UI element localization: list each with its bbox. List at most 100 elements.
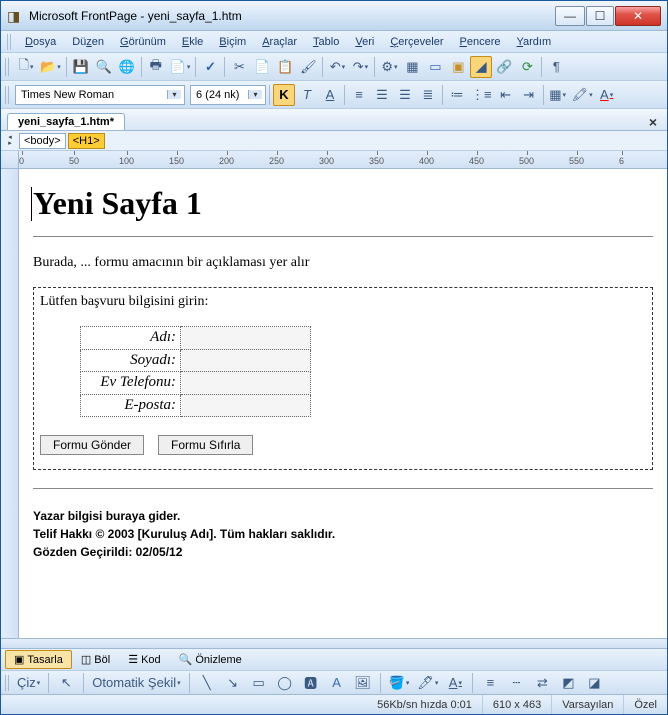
form-area[interactable]: Lütfen başvuru bilgisini girin: Adı: Soy… <box>33 287 653 470</box>
dropdown-icon[interactable]: ▾ <box>167 90 181 99</box>
rectangle-button[interactable]: ▭ <box>248 672 270 694</box>
textbox-button[interactable]: 🅰 <box>300 672 322 694</box>
numbered-list-button[interactable]: ≔ <box>446 84 468 106</box>
indent-button[interactable]: ⇥ <box>518 84 540 106</box>
format-painter-button[interactable]: 🖌 <box>297 56 319 78</box>
save-button[interactable]: 💾 <box>70 56 92 78</box>
menu-veri[interactable]: Veri <box>347 34 382 50</box>
drag-handle-icon[interactable] <box>5 58 11 76</box>
justify-button[interactable]: ≣ <box>417 84 439 106</box>
redo-button[interactable]: ↷▾ <box>349 56 371 78</box>
page-content[interactable]: Yeni Sayfa 1 Burada, ... formu amacının … <box>19 169 667 581</box>
drawing-button[interactable]: ◢ <box>470 56 492 78</box>
menu-bicim[interactable]: Biçim <box>211 34 254 50</box>
layer-button[interactable]: ▭ <box>424 56 446 78</box>
publish-button[interactable]: 🌐 <box>116 56 138 78</box>
search-button[interactable]: 🔍 <box>93 56 115 78</box>
spell-button[interactable]: ✓ <box>199 56 221 78</box>
line-button[interactable]: ╲ <box>196 672 218 694</box>
field-adi-input[interactable] <box>185 329 306 345</box>
drag-handle-icon[interactable] <box>7 34 13 50</box>
bulleted-list-button[interactable]: ⋮≡ <box>469 84 494 106</box>
menu-pencere[interactable]: Pencere <box>452 34 509 50</box>
font-combo[interactable]: Times New Roman ▾ <box>15 85 185 105</box>
minimize-button[interactable]: — <box>555 6 585 26</box>
fill-color-button[interactable]: 🪣▾ <box>387 672 412 694</box>
menu-gorunum[interactable]: Görünüm <box>112 34 174 50</box>
select-objects-button[interactable]: ↖ <box>55 672 77 694</box>
font-color-draw-button[interactable]: A▾ <box>444 672 466 694</box>
menu-duzen[interactable]: Düzen <box>64 34 112 50</box>
field-label[interactable]: Soyadı: <box>81 349 181 372</box>
intro-text[interactable]: Burada, ... formu amacının bir açıklamas… <box>33 255 653 271</box>
tag-body[interactable]: <body> <box>19 133 66 149</box>
oval-button[interactable]: ◯ <box>274 672 296 694</box>
tag-h1[interactable]: <H1> <box>68 133 105 149</box>
field-soyadi-input[interactable] <box>185 352 306 368</box>
highlight-button[interactable]: 🖍▾ <box>570 84 595 106</box>
align-center-button[interactable]: ☰ <box>371 84 393 106</box>
size-combo[interactable]: 6 (24 nk) ▾ <box>190 85 266 105</box>
font-color-button[interactable]: A▾ <box>596 84 618 106</box>
copy-button[interactable]: 📄 <box>251 56 273 78</box>
menu-araclar[interactable]: Araçlar <box>254 34 305 50</box>
borders-button[interactable]: ▦▾ <box>547 84 569 106</box>
close-document-button[interactable]: × <box>645 114 661 130</box>
field-eposta-input[interactable] <box>185 397 306 413</box>
undo-button[interactable]: ↶▾ <box>326 56 348 78</box>
web-component-button[interactable]: ⚙▾ <box>378 56 400 78</box>
wordart-button[interactable]: A <box>326 672 348 694</box>
tab-bol[interactable]: ◫Böl <box>72 650 119 669</box>
field-label[interactable]: Adı: <box>81 327 181 350</box>
menu-dosya[interactable]: Dosya <box>17 34 64 50</box>
field-evtelefonu-input[interactable] <box>185 374 306 390</box>
menu-tablo[interactable]: Tablo <box>305 34 347 50</box>
table-button[interactable]: ▦ <box>401 56 423 78</box>
arrow-style-button[interactable]: ⇄ <box>531 672 553 694</box>
field-label[interactable]: E-posta: <box>81 394 181 417</box>
reset-button[interactable]: Formu Sıfırla <box>158 435 253 455</box>
align-left-button[interactable]: ≡ <box>348 84 370 106</box>
show-all-button[interactable]: ¶ <box>545 56 567 78</box>
arrow-button[interactable]: ↘ <box>222 672 244 694</box>
menu-cerceveler[interactable]: Çerçeveler <box>382 34 451 50</box>
submit-button[interactable]: Formu Gönder <box>40 435 144 455</box>
drag-handle-icon[interactable] <box>5 86 11 104</box>
underline-button[interactable]: A <box>319 84 341 106</box>
footer-author[interactable]: Yazar bilgisi buraya gider. <box>33 507 653 525</box>
clipart-button[interactable]: 🖼 <box>352 672 374 694</box>
tag-nav-arrows[interactable]: ◂▸ <box>3 133 17 149</box>
tab-kod[interactable]: ☰Kod <box>119 650 169 669</box>
dropdown-icon[interactable]: ▾ <box>248 90 262 99</box>
ruler-vertical[interactable] <box>1 169 19 638</box>
field-label[interactable]: Ev Telefonu: <box>81 372 181 395</box>
open-button[interactable]: 📂▾ <box>38 56 63 78</box>
footer-revised[interactable]: Gözden Geçirildi: 02/05/12 <box>33 543 653 561</box>
3d-button[interactable]: ◪ <box>583 672 605 694</box>
refresh-button[interactable]: ⟳ <box>516 56 538 78</box>
document-tab[interactable]: yeni_sayfa_1.htm* <box>7 113 125 130</box>
maximize-button[interactable]: ☐ <box>586 6 614 26</box>
menu-yardim[interactable]: Yardım <box>509 34 560 50</box>
page-heading[interactable]: Yeni Sayfa 1 <box>33 185 653 222</box>
autoshape-menu[interactable]: Otomatik Şekil▾ <box>90 672 182 694</box>
form-table[interactable]: Adı: Soyadı: Ev Telefonu: <box>80 326 311 417</box>
close-button[interactable]: ✕ <box>615 6 661 26</box>
outdent-button[interactable]: ⇤ <box>495 84 517 106</box>
ruler-horizontal[interactable]: 0501001502002503003504004505005506 <box>1 151 667 169</box>
line-color-button[interactable]: 🖊▾ <box>415 672 440 694</box>
picture-button[interactable]: ▣ <box>447 56 469 78</box>
print-button[interactable]: 🖶 <box>145 56 167 78</box>
draw-menu[interactable]: Çiz▾ <box>15 672 42 694</box>
shadow-button[interactable]: ◩ <box>557 672 579 694</box>
hyperlink-button[interactable]: 🔗 <box>493 56 515 78</box>
form-prompt[interactable]: Lütfen başvuru bilgisini girin: <box>40 294 646 310</box>
tab-onizleme[interactable]: 🔍Önizleme <box>170 650 251 669</box>
footer-copyright[interactable]: Telif Hakkı © 2003 [Kuruluş Adı]. Tüm ha… <box>33 525 653 543</box>
preview-button[interactable]: 📄▾ <box>168 56 193 78</box>
new-button[interactable]: 🗋▾ <box>15 56 37 78</box>
bold-button[interactable]: K <box>273 84 295 106</box>
dash-style-button[interactable]: ┄ <box>505 672 527 694</box>
menu-ekle[interactable]: Ekle <box>174 34 211 50</box>
tab-tasarla[interactable]: ▣Tasarla <box>5 650 72 669</box>
